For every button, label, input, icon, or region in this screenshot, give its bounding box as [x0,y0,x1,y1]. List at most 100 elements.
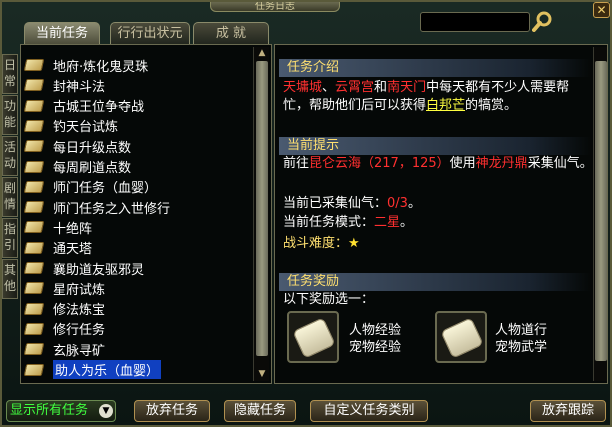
quest-detail-panel: 任务介绍 天墉城、云霄宫和南天门中每天都有不少人需要帮忙，帮助他们后可以获得白邦… [274,44,608,384]
location-link[interactable]: 云霄宫 [335,80,374,95]
quest-book-icon [23,262,45,274]
difficulty-line: 战斗难度：★ [283,235,595,253]
hide-quest-button[interactable]: 隐藏任务 [224,400,296,422]
reward-2-line2: 宠物武学 [495,340,548,355]
quest-list-item[interactable]: 古城王位争夺战 [23,96,251,116]
quest-book-icon [23,79,45,92]
quest-list-item[interactable]: 十绝阵 [23,217,251,237]
difficulty-stars: ★ [348,236,360,251]
intro-header: 任务介绍 [279,59,591,77]
quest-list-item[interactable]: 师门任务之入世修行 [23,197,251,217]
quest-book-icon [23,119,45,132]
npc-link[interactable]: 白邦芒 [426,98,465,113]
quest-book-icon [23,241,45,254]
quest-label: 每日升级点数 [53,140,132,156]
mode-label: 当前任务模式： [283,215,375,230]
quest-label: 星府试炼 [53,282,106,298]
search-icon[interactable] [532,10,554,32]
quest-book-icon [23,363,45,376]
quest-label: 十绝阵 [53,221,93,237]
quest-label: 通天塔 [53,242,93,258]
quest-label: 助人为乐（血婴） [53,360,162,379]
reward-item-icon[interactable] [287,311,339,363]
quest-label: 每周刷道点数 [53,161,132,176]
quest-book-icon [23,302,45,315]
quest-book-icon [23,99,45,112]
filter-label: 显示所有任务 [10,403,89,418]
quest-book-icon [23,221,45,234]
mode-end: 。 [400,215,414,230]
quest-book-icon [23,201,45,214]
difficulty-label: 战斗难度： [283,236,349,251]
quest-book-icon [23,59,45,71]
quest-book-icon [23,282,45,295]
intro-end: 的犒赏。 [465,98,518,113]
quest-label: 玄脉寻矿 [53,343,106,359]
quest-label: 师门任务之入世修行 [53,201,171,217]
side-tab-story[interactable]: 剧情 [2,177,18,217]
tab-professions[interactable]: 行行出状元 [110,22,190,44]
side-tab-activity[interactable]: 活动 [2,136,18,176]
quest-list-item[interactable]: 通天塔 [23,238,251,258]
side-tab-other[interactable]: 其他 [2,259,18,299]
abandon-quest-button[interactable]: 放弃任务 [134,400,210,422]
quest-list-item[interactable]: 地府·炼化鬼灵珠 [23,55,251,75]
filter-dropdown[interactable]: 显示所有任务 ▼ [6,400,116,422]
quest-list-item[interactable]: 星府试炼 [23,278,251,298]
quest-list-item[interactable]: 钓天台试炼 [23,116,251,136]
quest-book-icon [23,140,45,153]
item-link[interactable]: 神龙丹鼎 [476,156,528,171]
collected-label: 当前已采集仙气： [283,196,388,211]
quest-list-item[interactable]: 每周刷道点数 [23,157,251,177]
quest-list-item[interactable]: 每日升级点数 [23,136,251,156]
quest-label: 襄助道友驱邪灵 [53,262,145,278]
quest-list-item[interactable]: 玄脉寻矿 [23,339,251,359]
quest-label: 修行任务 [53,323,106,339]
reward-1-line1: 人物经验 [349,323,402,338]
intro-sep: 、 [322,80,336,95]
collected-end: 。 [407,196,421,211]
location-link[interactable]: 天墉城 [283,80,322,95]
side-tab-guide[interactable]: 指引 [2,218,18,258]
quest-list-scrollbar[interactable]: ▲ ▼ [253,47,269,381]
quest-book-icon [23,343,45,356]
reward-header: 任务奖励 [279,273,591,291]
scrollbar-thumb[interactable] [595,61,607,361]
quest-list-item[interactable]: 修行任务 [23,319,251,339]
scrollbar-thumb[interactable] [256,61,268,356]
hint-collect: 采集仙气。 [527,156,593,171]
custom-category-button[interactable]: 自定义任务类别 [310,400,428,422]
quest-list-item[interactable]: 师门任务（血婴） [23,177,251,197]
quest-list-panel: 地府·炼化鬼灵珠 封神斗法古城王位争夺战 钓天台试炼每日升级点数 每周刷道点数师门任务… [20,44,272,384]
mode-value: 二星 [374,215,401,230]
place-link[interactable]: 昆仑云海（217，125） [309,156,450,171]
quest-list-item[interactable]: 助人为乐（血婴） [23,360,251,380]
quest-list-item[interactable]: 修法炼宝 [23,299,251,319]
detail-scrollbar[interactable] [593,47,607,381]
quest-list-item[interactable]: 襄助道友驱邪灵 [23,258,251,278]
close-button[interactable]: ✕ [593,2,610,18]
location-link[interactable]: 南天门 [387,80,426,95]
star-icon: ★ [348,236,360,251]
quest-label: 地府·炼化鬼灵珠 [53,59,149,75]
quest-label: 古城王位争夺战 [53,100,145,116]
chevron-down-icon: ▼ [99,404,113,418]
quest-book-icon [23,160,45,173]
collected-line: 当前已采集仙气：0/3。 [283,195,595,213]
scroll-up-icon[interactable]: ▲ [256,48,268,58]
search-input[interactable] [420,12,530,32]
reward-item-icon[interactable] [435,311,487,363]
quest-list-item[interactable]: 封神斗法 [23,75,251,95]
quest-label: 修法炼宝 [53,303,106,319]
tab-current-quests[interactable]: 当前任务 [24,22,100,45]
hint-header: 当前提示 [279,137,591,155]
quest-label: 师门任务（血婴） [53,181,158,197]
quest-label: 封神斗法 [53,79,106,95]
scroll-icon [440,317,484,359]
scroll-down-icon[interactable]: ▼ [256,369,268,379]
untrack-button[interactable]: 放弃跟踪 [530,400,606,422]
side-tab-daily[interactable]: 日常 [2,54,18,94]
tab-achievements[interactable]: 成 就 [193,22,269,44]
quest-label: 钓天台试炼 [53,120,119,136]
side-tab-function[interactable]: 功能 [2,95,18,135]
